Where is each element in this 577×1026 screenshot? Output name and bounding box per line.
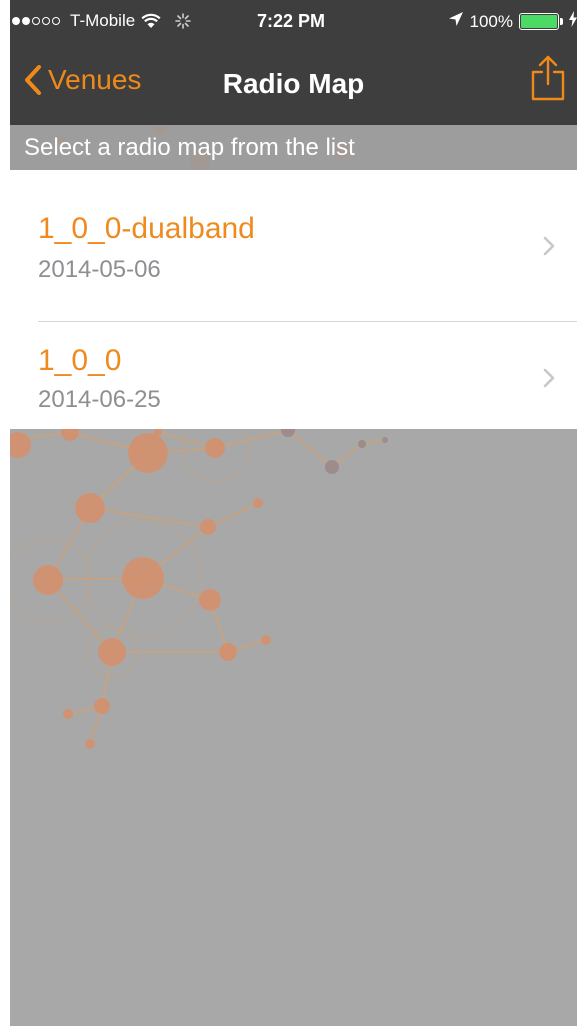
list-item[interactable]: 1_0_0 2014-06-25 bbox=[10, 322, 577, 451]
chevron-right-icon bbox=[543, 368, 555, 388]
share-icon bbox=[531, 55, 565, 101]
activity-spinner-icon bbox=[175, 13, 191, 29]
radio-map-date: 2014-06-25 bbox=[38, 386, 161, 413]
radio-map-date: 2014-05-06 bbox=[38, 256, 161, 283]
signal-strength-icon bbox=[12, 17, 60, 25]
navigation-header: T-Mobile 7:22 PM 100% Venues Radio Map bbox=[10, 0, 577, 125]
radio-map-name: 1_0_0 bbox=[38, 344, 122, 377]
carrier-name: T-Mobile bbox=[70, 11, 136, 30]
radio-map-list: 1_0_0-dualband 2014-05-06 1_0_0 2014-06-… bbox=[10, 170, 577, 429]
location-arrow-icon bbox=[448, 11, 464, 32]
navigation-bar: Venues Radio Map bbox=[10, 44, 577, 125]
battery-percentage: 100% bbox=[469, 11, 513, 31]
status-bar: T-Mobile 7:22 PM 100% bbox=[10, 0, 577, 44]
list-item[interactable]: 1_0_0-dualband 2014-05-06 bbox=[10, 170, 577, 299]
page-title: Radio Map bbox=[222, 68, 365, 99]
app-screen: T-Mobile 7:22 PM 100% Venues Radio Map S… bbox=[10, 0, 577, 1026]
share-button[interactable] bbox=[531, 54, 565, 107]
chevron-right-icon bbox=[543, 236, 555, 256]
status-time: 7:22 PM bbox=[257, 11, 326, 31]
charging-bolt-icon bbox=[569, 11, 577, 32]
wifi-icon bbox=[141, 13, 161, 29]
battery-icon bbox=[519, 13, 563, 30]
radio-map-name: 1_0_0-dualband bbox=[38, 212, 255, 245]
list-instruction-text: Select a radio map from the list bbox=[10, 125, 577, 170]
